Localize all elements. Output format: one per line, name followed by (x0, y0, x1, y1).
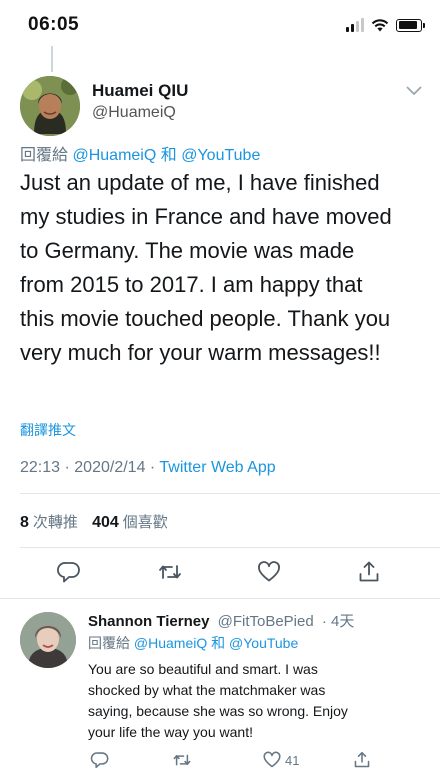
battery-icon (396, 18, 425, 32)
replying-and: 和 (160, 147, 177, 164)
chevron-down-icon[interactable] (406, 86, 422, 96)
reply-actions: 41 (0, 750, 440, 772)
reply-text-line: saying, because she was so wrong. Enjoy (88, 703, 348, 719)
replying-to: 回覆給 @HuameiQ 和 @YouTube (20, 141, 260, 165)
avatar[interactable] (20, 612, 76, 668)
divider (20, 547, 440, 548)
reply-text-line: your life the way you want! (88, 724, 253, 740)
meta-separator: · (321, 613, 327, 630)
reply-display-name[interactable]: Shannon Tierney (88, 613, 209, 630)
tweet-text-line: this movie touched people. Thank you (20, 306, 391, 331)
divider (20, 493, 440, 494)
status-icons (346, 18, 425, 32)
status-time: 06:05 (28, 14, 80, 35)
reply-text: You are so beautiful and smart. I was sh… (88, 659, 428, 743)
reply-like-button[interactable]: 41 (262, 750, 299, 770)
replying-to: 回覆給 @HuameiQ 和 @YouTube (88, 633, 298, 653)
tweet-text: Just an update of me, I have finished my… (20, 166, 430, 370)
wifi-icon (371, 19, 389, 32)
retweet-label: 次轉推 (32, 514, 78, 531)
like-stat[interactable]: 404 個喜歡 (92, 514, 168, 531)
meta-separator: · (149, 459, 156, 476)
divider (0, 598, 440, 599)
tweet-text-line: from 2015 to 2017. I am happy that (20, 272, 363, 297)
tweet-date: 2020/2/14 (74, 459, 146, 476)
reply-handle[interactable]: @FitToBePied (218, 613, 314, 630)
reply-age: 4天 (331, 613, 355, 630)
tweet-text-line: Just an update of me, I have finished (20, 170, 380, 195)
tweet-stats: 8 次轉推 404 個喜歡 (20, 511, 168, 532)
reply-text-line: shocked by what the matchmaker was (88, 682, 326, 698)
user-handle[interactable]: @HuameiQ (92, 104, 176, 122)
retweet-stat[interactable]: 8 次轉推 (20, 514, 78, 531)
like-label: 個喜歡 (122, 514, 168, 531)
replying-prefix: 回覆給 (20, 147, 69, 164)
mention-link[interactable]: @YouTube (229, 635, 298, 651)
signal-icon (346, 18, 364, 32)
tweet-text-line: very much for your warm messages!! (20, 340, 381, 365)
reply-text-line: You are so beautiful and smart. I was (88, 661, 318, 677)
tweet-time: 22:13 (20, 459, 61, 476)
tweet-text-line: my studies in France and have moved (20, 204, 392, 229)
mention-link[interactable]: @HuameiQ (134, 635, 207, 651)
replying-and: 和 (211, 635, 226, 651)
retweet-icon[interactable] (172, 750, 192, 770)
thread-line (51, 46, 53, 72)
avatar[interactable] (20, 76, 80, 136)
replying-prefix: 回覆給 (88, 635, 130, 651)
tweet-actions (0, 559, 440, 587)
retweet-icon[interactable] (157, 559, 183, 585)
source-app-link[interactable]: Twitter Web App (159, 459, 275, 476)
display-name[interactable]: Huamei QIU (92, 81, 188, 101)
share-icon[interactable] (352, 750, 372, 770)
mention-link[interactable]: @HuameiQ (72, 147, 156, 164)
retweet-count: 8 (20, 514, 29, 531)
reply-icon[interactable] (56, 559, 82, 585)
reply-icon[interactable] (90, 750, 110, 770)
translate-tweet-link[interactable]: 翻譯推文 (20, 420, 76, 440)
meta-separator: · (64, 459, 70, 476)
reply-like-count: 41 (285, 752, 300, 768)
tweet-text-line: to Germany. The movie was made (20, 238, 355, 263)
heart-icon (263, 751, 281, 768)
heart-icon[interactable] (256, 559, 282, 585)
mention-link[interactable]: @YouTube (181, 147, 260, 164)
tweet-meta: 22:13 · 2020/2/14 · Twitter Web App (20, 459, 276, 477)
share-icon[interactable] (356, 559, 382, 585)
like-count: 404 (92, 514, 119, 531)
status-bar: 06:05 (0, 0, 440, 52)
reply-header: Shannon Tierney @FitToBePied · 4天 (88, 610, 354, 631)
